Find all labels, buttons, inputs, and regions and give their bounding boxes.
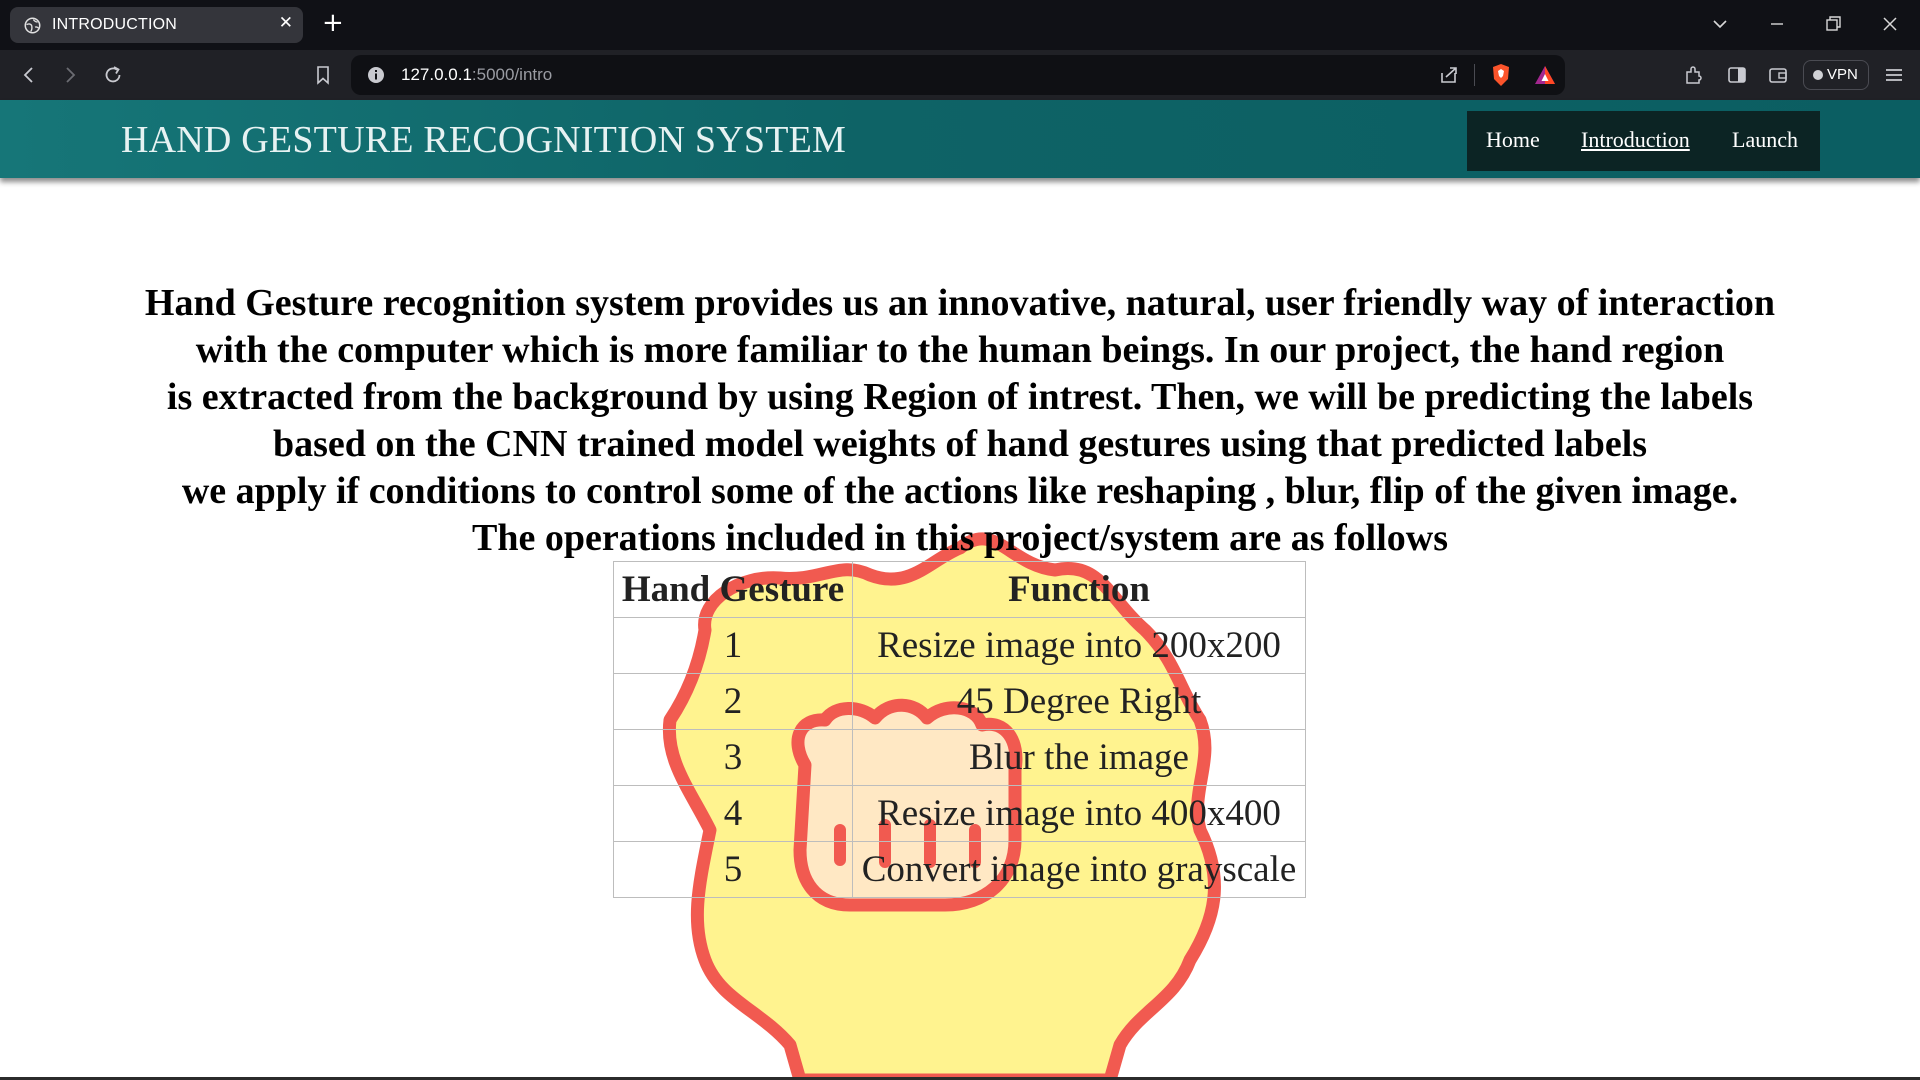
browser-tab-bar: INTRODUCTION ✕ + bbox=[0, 0, 1920, 50]
site-header: HAND GESTURE RECOGNITION SYSTEM Home Int… bbox=[0, 100, 1920, 178]
function-cell: 45 Degree Right bbox=[852, 673, 1306, 730]
address-bar[interactable]: 127.0.0.1:5000/intro bbox=[351, 55, 1565, 95]
nav-home[interactable]: Home bbox=[1486, 127, 1540, 153]
function-cell: Resize image into 400x400 bbox=[852, 785, 1306, 842]
gesture-cell: 3 bbox=[613, 729, 853, 786]
nav-introduction[interactable]: Introduction bbox=[1581, 127, 1690, 153]
browser-tab[interactable]: INTRODUCTION ✕ bbox=[10, 7, 303, 43]
gesture-cell: 4 bbox=[613, 785, 853, 842]
tab-list-chevron-icon[interactable] bbox=[1706, 10, 1734, 38]
intro-paragraph: Hand Gesture recognition system provides… bbox=[60, 280, 1860, 562]
table-row: 2 45 Degree Right bbox=[613, 673, 1306, 730]
gesture-cell: 1 bbox=[613, 617, 853, 674]
intro-line: is extracted from the background by usin… bbox=[166, 376, 1754, 418]
header-hand-gesture: Hand Gesture bbox=[613, 561, 853, 618]
extensions-icon[interactable] bbox=[1682, 63, 1706, 87]
share-icon[interactable] bbox=[1437, 63, 1461, 87]
minimize-icon[interactable] bbox=[1763, 10, 1791, 38]
operations-table: Hand Gesture Function 1 Resize image int… bbox=[613, 561, 1306, 898]
bookmark-icon[interactable] bbox=[311, 63, 335, 87]
nav-launch[interactable]: Launch bbox=[1732, 127, 1798, 153]
function-cell: Convert image into grayscale bbox=[852, 841, 1306, 898]
brave-shield-icon[interactable] bbox=[1489, 62, 1513, 88]
table-row: 4 Resize image into 400x400 bbox=[613, 785, 1306, 842]
globe-icon bbox=[24, 17, 41, 34]
table-header-row: Hand Gesture Function bbox=[613, 561, 1306, 618]
tab-close-icon[interactable]: ✕ bbox=[279, 13, 293, 33]
reload-icon[interactable] bbox=[101, 63, 125, 87]
tab-title: INTRODUCTION bbox=[52, 16, 178, 33]
intro-line: The operations included in this project/… bbox=[471, 517, 1449, 559]
gesture-cell: 2 bbox=[613, 673, 853, 730]
gesture-cell: 5 bbox=[613, 841, 853, 898]
new-tab-button[interactable]: + bbox=[322, 8, 344, 38]
address-divider bbox=[1474, 64, 1475, 86]
forward-icon[interactable] bbox=[58, 63, 82, 87]
intro-line: with the computer which is more familiar… bbox=[195, 329, 1725, 371]
site-title: HAND GESTURE RECOGNITION SYSTEM bbox=[121, 119, 847, 161]
url-host: 127.0.0.1 bbox=[401, 65, 472, 84]
vpn-label: VPN bbox=[1827, 66, 1858, 83]
intro-line: based on the CNN trained model weights o… bbox=[272, 423, 1648, 465]
header-function: Function bbox=[852, 561, 1306, 618]
menu-icon[interactable] bbox=[1882, 63, 1906, 87]
table-row: 5 Convert image into grayscale bbox=[613, 841, 1306, 898]
sidebar-icon[interactable] bbox=[1725, 63, 1749, 87]
site-info-icon[interactable] bbox=[367, 66, 385, 84]
function-cell: Resize image into 200x200 bbox=[852, 617, 1306, 674]
close-window-icon[interactable] bbox=[1876, 10, 1904, 38]
intro-line: we apply if conditions to control some o… bbox=[181, 470, 1739, 512]
intro-line: Hand Gesture recognition system provides… bbox=[144, 282, 1776, 324]
vpn-button[interactable]: VPN bbox=[1803, 60, 1869, 90]
function-cell: Blur the image bbox=[852, 729, 1306, 786]
brave-rewards-icon[interactable] bbox=[1533, 64, 1557, 86]
url-text: 127.0.0.1:5000/intro bbox=[401, 65, 552, 85]
vpn-status-icon bbox=[1813, 70, 1823, 80]
table-row: 1 Resize image into 200x200 bbox=[613, 617, 1306, 674]
wallet-icon[interactable] bbox=[1766, 63, 1790, 87]
back-icon[interactable] bbox=[17, 63, 41, 87]
table-row: 3 Blur the image bbox=[613, 729, 1306, 786]
restore-icon[interactable] bbox=[1819, 10, 1847, 38]
site-nav: Home Introduction Launch bbox=[1467, 111, 1820, 171]
url-path: :5000/intro bbox=[471, 65, 553, 84]
